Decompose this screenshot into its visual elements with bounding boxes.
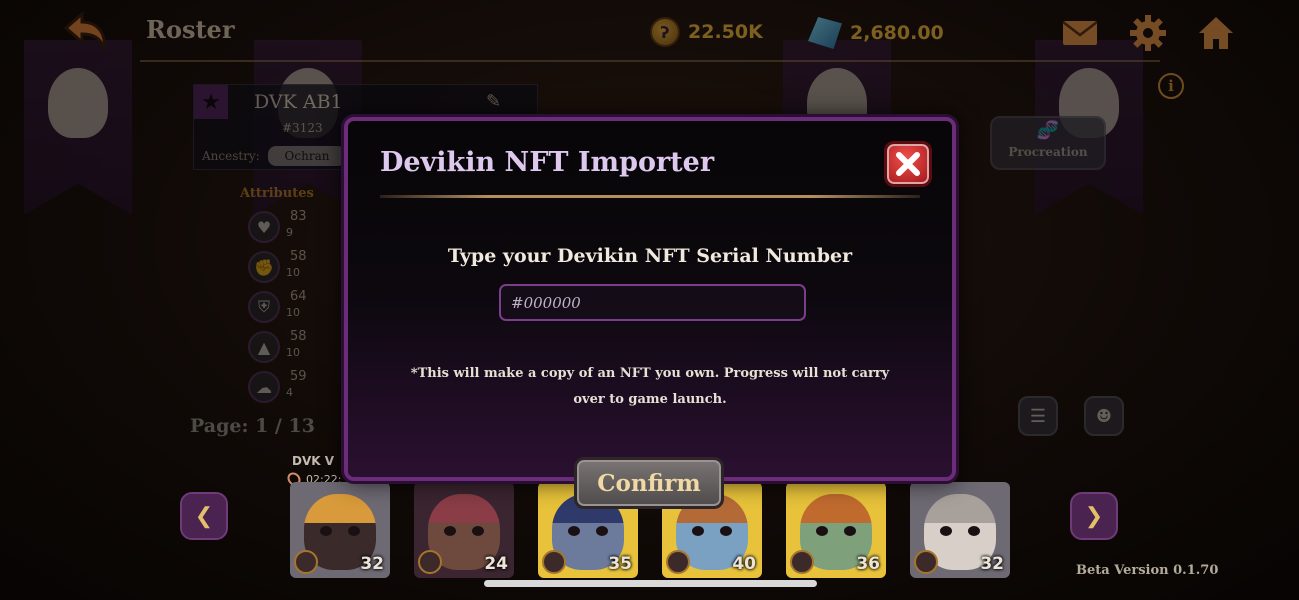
character-level: 24 — [484, 554, 508, 574]
serial-number-input[interactable] — [499, 284, 806, 321]
character-level: 35 — [608, 554, 632, 574]
ancestry-badge-icon — [418, 550, 442, 574]
character-level: 32 — [980, 554, 1004, 574]
ancestry-badge-icon — [790, 550, 814, 574]
modal-divider — [380, 195, 920, 198]
roster-character-slot[interactable]: 32 — [290, 482, 390, 578]
confirm-button[interactable]: Confirm — [574, 457, 724, 509]
roster-first-label: DVK V — [292, 454, 335, 468]
roster-character-slot[interactable]: 32 — [910, 482, 1010, 578]
chevron-left-icon: ❮ — [194, 503, 214, 529]
ancestry-badge-icon — [666, 550, 690, 574]
portrait-eyes — [692, 526, 732, 536]
character-level: 32 — [360, 554, 384, 574]
close-icon — [896, 152, 920, 176]
ancestry-badge-icon — [542, 550, 566, 574]
portrait-eyes — [816, 526, 856, 536]
version-label: Beta Version 0.1.70 — [1076, 563, 1219, 578]
portrait-eyes — [940, 526, 980, 536]
chevron-right-icon: ❯ — [1084, 503, 1104, 529]
disclaimer-text: *This will make a copy of an NFT you own… — [410, 366, 890, 407]
roster-prev-button[interactable]: ❮ — [180, 492, 228, 540]
serial-prompt: Type your Devikin NFT Serial Number — [447, 245, 853, 267]
nft-importer-modal: Devikin NFT Importer Type your Devikin N… — [344, 117, 956, 481]
home-indicator-bar[interactable] — [484, 580, 817, 587]
portrait-eyes — [320, 526, 360, 536]
modal-title: Devikin NFT Importer — [380, 147, 715, 178]
close-button[interactable] — [884, 141, 932, 187]
ancestry-badge-icon — [914, 550, 938, 574]
roster-next-button[interactable]: ❯ — [1070, 492, 1118, 540]
ancestry-badge-icon — [294, 550, 318, 574]
character-level: 40 — [732, 554, 756, 574]
roster-character-slot[interactable]: 36 — [786, 482, 886, 578]
roster-character-slot[interactable]: 24 — [414, 482, 514, 578]
character-level: 36 — [856, 554, 880, 574]
portrait-eyes — [568, 526, 608, 536]
portrait-eyes — [444, 526, 484, 536]
